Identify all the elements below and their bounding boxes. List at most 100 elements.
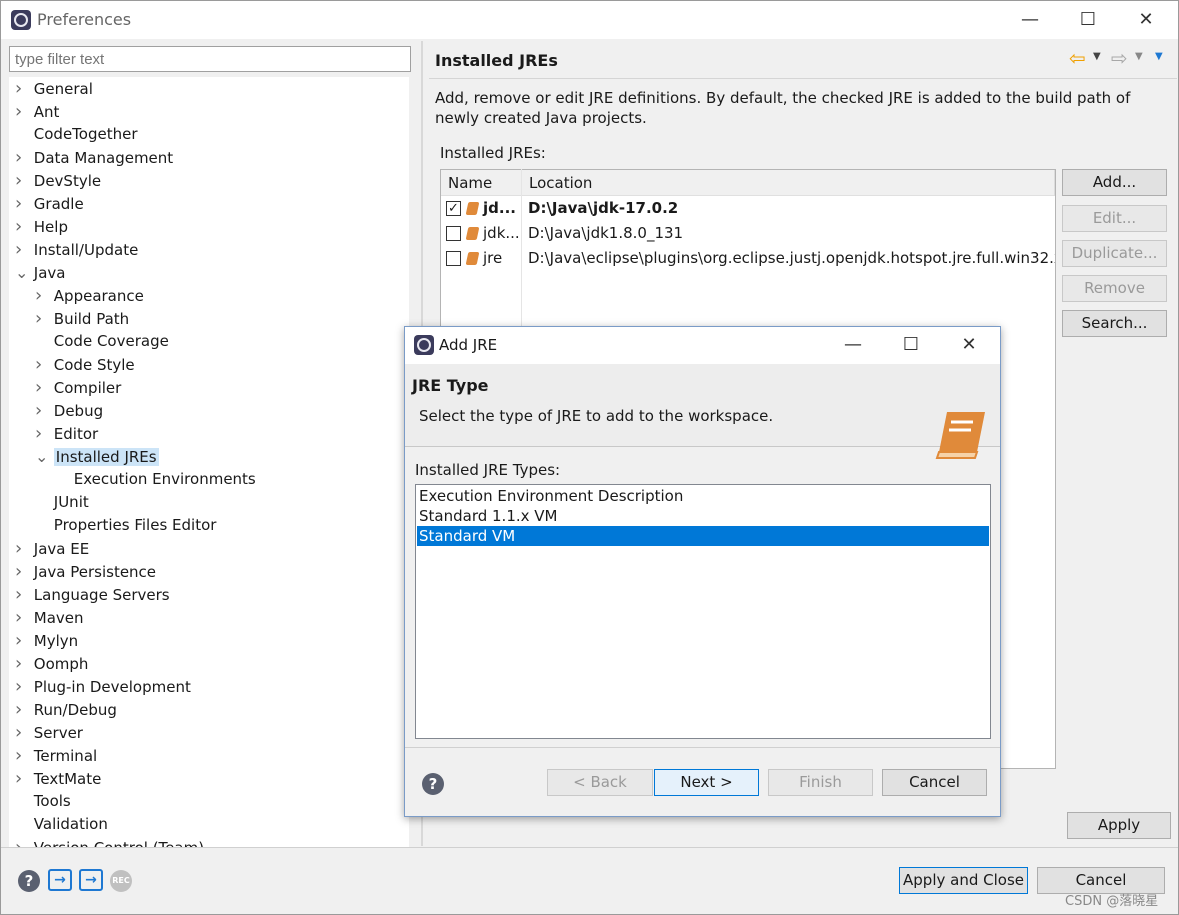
chevron-right-icon[interactable]: ›	[35, 307, 49, 330]
tree-item[interactable]: › Plug-in Development	[15, 675, 191, 698]
tree-item[interactable]: ⌄ Java	[15, 261, 65, 284]
close-button[interactable]: ✕	[1123, 1, 1169, 39]
tree-item[interactable]: › Code Style	[35, 353, 135, 376]
tree-item[interactable]: JUnit	[35, 491, 89, 514]
tree-item[interactable]: › Gradle	[15, 192, 84, 215]
finish-button[interactable]: Finish	[768, 769, 873, 796]
chevron-right-icon[interactable]: ›	[15, 675, 29, 698]
chevron-right-icon[interactable]: ›	[35, 399, 49, 422]
tree-item[interactable]: › Ant	[15, 100, 59, 123]
tree-item[interactable]: › Help	[15, 215, 68, 238]
chevron-right-icon[interactable]: ›	[15, 629, 29, 652]
tree-item[interactable]: Properties Files Editor	[35, 514, 217, 537]
tree-item[interactable]: › Terminal	[15, 744, 97, 767]
chevron-right-icon[interactable]: ›	[15, 721, 29, 744]
back-arrow-icon[interactable]: ⇦	[1069, 46, 1086, 70]
chevron-right-icon[interactable]: ›	[35, 422, 49, 445]
import-icon[interactable]: →	[48, 869, 72, 891]
search-button[interactable]: Search...	[1062, 310, 1167, 337]
apply-and-close-button[interactable]: Apply and Close	[899, 867, 1028, 894]
chevron-right-icon[interactable]: ›	[15, 583, 29, 606]
chevron-down-icon[interactable]: ⌄	[35, 445, 49, 468]
tree-item[interactable]: › Oomph	[15, 652, 88, 675]
chevron-right-icon[interactable]: ›	[15, 77, 29, 100]
forward-dropdown-icon[interactable]: ▼	[1135, 51, 1143, 62]
chevron-right-icon[interactable]: ›	[15, 169, 29, 192]
jre-checkbox[interactable]: ✓	[446, 201, 461, 216]
chevron-right-icon[interactable]: ›	[15, 192, 29, 215]
jre-checkbox[interactable]	[446, 251, 461, 266]
tree-item[interactable]: › TextMate	[15, 767, 101, 790]
tree-item[interactable]: › Data Management	[15, 146, 173, 169]
jre-checkbox[interactable]	[446, 226, 461, 241]
tree-item[interactable]: › Maven	[15, 606, 84, 629]
column-location[interactable]: Location	[522, 170, 1055, 196]
chevron-right-icon[interactable]: ›	[35, 376, 49, 399]
tree-item[interactable]: › Java EE	[15, 537, 89, 560]
dialog-minimize-button[interactable]: —	[830, 327, 876, 363]
back-button[interactable]: < Back	[547, 769, 653, 796]
tree-item[interactable]: › Compiler	[35, 376, 121, 399]
jre-type-item[interactable]: Execution Environment Description	[417, 486, 989, 506]
tree-item[interactable]: › Java Persistence	[15, 560, 156, 583]
chevron-right-icon[interactable]: ›	[35, 353, 49, 376]
chevron-right-icon[interactable]: ›	[15, 146, 29, 169]
chevron-right-icon[interactable]: ›	[15, 836, 29, 847]
chevron-right-icon[interactable]: ›	[15, 215, 29, 238]
tree-item[interactable]: › Build Path	[35, 307, 129, 330]
view-menu-icon[interactable]: ▼	[1155, 51, 1163, 62]
maximize-button[interactable]: ☐	[1065, 1, 1111, 39]
chevron-right-icon[interactable]: ›	[15, 606, 29, 629]
tree-item[interactable]: › Server	[15, 721, 83, 744]
dialog-close-button[interactable]: ✕	[946, 327, 992, 363]
tree-item[interactable]: CodeTogether	[15, 123, 138, 146]
duplicate-button[interactable]: Duplicate...	[1062, 240, 1167, 267]
help-icon[interactable]: ?	[18, 870, 40, 892]
tree-item[interactable]: Tools	[15, 790, 71, 813]
back-dropdown-icon[interactable]: ▼	[1093, 51, 1101, 62]
tree-item[interactable]: › Editor	[35, 422, 98, 445]
tree-item[interactable]: Code Coverage	[35, 330, 169, 353]
table-row[interactable]: jdk... D:\Java\jdk1.8.0_131	[441, 221, 1055, 246]
edit-button[interactable]: Edit...	[1062, 205, 1167, 232]
tree-item[interactable]: › Mylyn	[15, 629, 78, 652]
dialog-help-icon[interactable]: ?	[422, 773, 444, 795]
jre-type-item[interactable]: Standard VM	[417, 526, 989, 546]
table-row[interactable]: jre D:\Java\eclipse\plugins\org.eclipse.j…	[441, 246, 1055, 271]
tree-item[interactable]: › Debug	[35, 399, 103, 422]
tree-item[interactable]: Validation	[15, 813, 108, 836]
column-name[interactable]: Name	[441, 170, 522, 196]
chevron-right-icon[interactable]: ›	[15, 652, 29, 675]
export-icon[interactable]: →	[79, 869, 103, 891]
minimize-button[interactable]: —	[1007, 1, 1053, 39]
tree-item[interactable]: › Language Servers	[15, 583, 170, 606]
tree-item[interactable]: › General	[15, 77, 93, 100]
chevron-right-icon[interactable]: ›	[15, 698, 29, 721]
chevron-right-icon[interactable]: ›	[15, 767, 29, 790]
chevron-right-icon[interactable]: ›	[35, 284, 49, 307]
tree-item[interactable]: › Run/Debug	[15, 698, 117, 721]
next-button[interactable]: Next >	[654, 769, 759, 796]
tree-item[interactable]: ⌄ Installed JREs	[35, 445, 159, 468]
tree-item[interactable]: › Appearance	[35, 284, 144, 307]
record-icon[interactable]: REC	[110, 870, 132, 892]
dialog-cancel-button[interactable]: Cancel	[882, 769, 987, 796]
forward-arrow-icon[interactable]: ⇨	[1111, 46, 1128, 70]
tree-item[interactable]: › DevStyle	[15, 169, 101, 192]
apply-button[interactable]: Apply	[1067, 812, 1171, 839]
remove-button[interactable]: Remove	[1062, 275, 1167, 302]
add-button[interactable]: Add...	[1062, 169, 1167, 196]
tree-item[interactable]: › Install/Update	[15, 238, 138, 261]
jre-type-item[interactable]: Standard 1.1.x VM	[417, 506, 989, 526]
chevron-right-icon[interactable]: ›	[15, 537, 29, 560]
dialog-maximize-button[interactable]: ☐	[888, 327, 934, 363]
chevron-right-icon[interactable]: ›	[15, 238, 29, 261]
tree-item[interactable]: › Version Control (Team)	[15, 836, 204, 847]
tree-item[interactable]: Execution Environments	[55, 468, 256, 491]
chevron-right-icon[interactable]: ›	[15, 744, 29, 767]
chevron-right-icon[interactable]: ›	[15, 560, 29, 583]
table-row[interactable]: ✓ jd... D:\Java\jdk-17.0.2	[441, 196, 1055, 221]
chevron-down-icon[interactable]: ⌄	[15, 261, 29, 284]
chevron-right-icon[interactable]: ›	[15, 100, 29, 123]
filter-input[interactable]	[9, 46, 411, 72]
